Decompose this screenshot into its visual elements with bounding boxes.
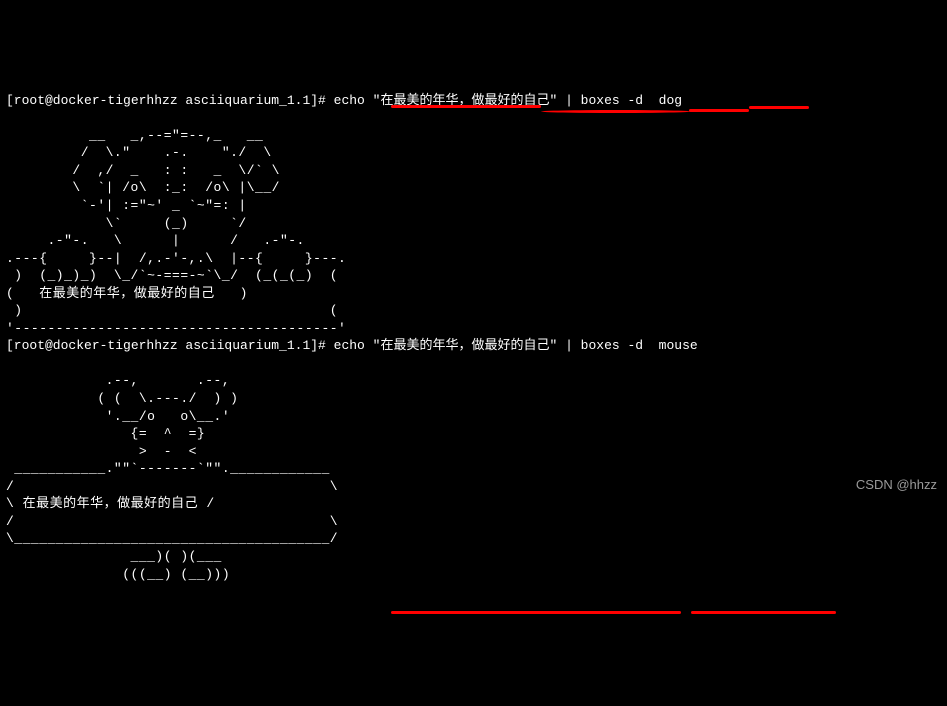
annotation-underline-icon — [689, 109, 749, 112]
prompt-line-2[interactable]: [root@docker-tigerhhzz asciiquarium_1.1]… — [6, 337, 941, 355]
prompt-line-1[interactable]: [root@docker-tigerhhzz asciiquarium_1.1]… — [6, 92, 941, 110]
ascii-art-mouse: .--, .--, ( ( \.---./ ) ) '.__/o o\__.' … — [6, 373, 338, 581]
shell-prompt-1: [root@docker-tigerhhzz asciiquarium_1.1]… — [6, 93, 334, 108]
watermark-text: CSDN @hhzz — [856, 476, 937, 494]
annotation-underline-icon — [691, 611, 836, 614]
shell-prompt-2: [root@docker-tigerhhzz asciiquarium_1.1]… — [6, 338, 334, 353]
command-2: echo "在最美的年华，做最好的自己" | boxes -d mouse — [334, 338, 698, 353]
annotation-underline-icon — [391, 105, 541, 108]
annotation-underline-icon — [541, 110, 691, 113]
annotation-underline-icon — [749, 106, 809, 109]
terminal-output: [root@docker-tigerhhzz asciiquarium_1.1]… — [6, 74, 941, 583]
annotation-underline-icon — [391, 611, 681, 614]
ascii-art-dog: __ _,--="=--,_ __ / \." .-. "./ \ / ,/ _… — [6, 128, 346, 336]
